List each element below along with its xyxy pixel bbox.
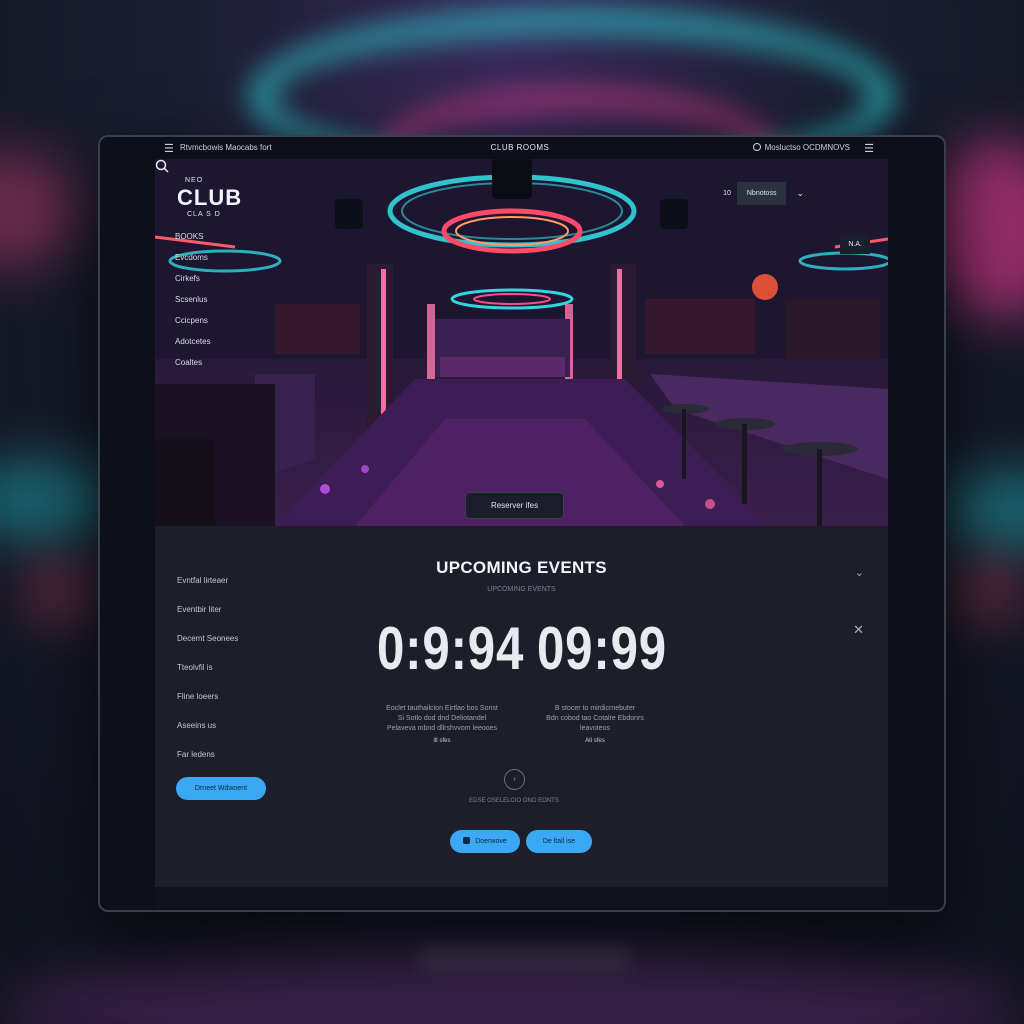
logo-subtitle: CLA S D — [187, 211, 221, 218]
hero-banner: NEO CLUB CLA S D BOOKS Evcdoms Cirkefs S… — [155, 159, 888, 526]
event-description-line: Eoclet tauthailcion Eirtlao bos Sonst — [386, 705, 498, 712]
details-button[interactable]: De ltail ise — [526, 830, 592, 853]
hero-nav-item[interactable]: Cirkefs — [175, 271, 211, 287]
hero-nav-item[interactable]: Adotcetes — [175, 334, 211, 350]
hero-top-controls: 10 Nbnotoss ⌄ — [717, 181, 804, 206]
events-nav-item[interactable]: Decemt Seonees — [177, 624, 238, 653]
event-date: Ati sfes — [585, 738, 605, 744]
backdrop-glow — [30, 560, 90, 620]
backdrop-blur-bar — [420, 945, 630, 971]
event-description-line: Bdn cobod tao Cotalre Ebdonrs — [546, 715, 644, 722]
event-description-line: leavoteos — [580, 725, 610, 732]
account-link[interactable]: Mosluctso OCDMNOVS — [752, 143, 850, 152]
upcoming-events-section: UPCOMING EVENTS UPCOMING EVENTS ⌄ ✕ Evnt… — [155, 526, 888, 887]
events-nav-item[interactable]: Evntfal lirteaer — [177, 566, 238, 595]
menu-icon[interactable]: ☰ — [864, 142, 874, 155]
account-link-label: Mosluctso OCDMNOVS — [764, 143, 850, 152]
notifications-button[interactable]: Nbnotoss — [736, 182, 787, 205]
footer — [155, 887, 888, 908]
hero-nav-item[interactable]: Coaltes — [175, 355, 211, 371]
event-description-line: Si Sotlo dod dnd Deliotandel — [397, 715, 487, 722]
events-nav-item[interactable]: Far ledens — [177, 740, 238, 769]
event-description: Eoclet tauthailcion Eirtlao bos Sonst Si… — [372, 704, 512, 746]
countdown-timer: 0:9:94 — [377, 615, 525, 682]
hero-nav-item[interactable]: Evcdoms — [175, 250, 211, 266]
hero-nav-item[interactable]: BOOKS — [175, 229, 211, 245]
status-badge: N.A. — [840, 235, 870, 254]
browser-window: ☰ Rtvmcbowis Maocabs fort CLUB ROOMS Mos… — [98, 135, 946, 912]
subscribe-button[interactable]: Drneet Wdwoent — [176, 777, 266, 800]
discover-button-label: Doerwove — [475, 838, 507, 845]
event-date: ilt sfes — [433, 738, 451, 744]
event-description: B stocer to mirdicrnebuter Bdn cobod tao… — [525, 704, 665, 746]
search-icon[interactable] — [155, 159, 169, 173]
hero-nav-item[interactable]: Ccicpens — [175, 313, 211, 329]
hero-tag[interactable]: 10 — [717, 190, 737, 197]
events-subtitle: UPCOMING EVENTS — [487, 586, 556, 593]
events-title: UPCOMING EVENTS — [436, 558, 607, 577]
next-arrow-button[interactable]: › — [504, 769, 525, 790]
events-nav-item[interactable]: Tteolvfil is — [177, 653, 238, 682]
chevron-down-icon[interactable]: ⌄ — [855, 566, 864, 579]
events-nav-item[interactable]: Fline loeers — [177, 682, 238, 711]
countdown-timer: 09:99 — [537, 615, 667, 682]
events-nav-item[interactable]: Aseeins us — [177, 711, 238, 740]
chevron-down-icon[interactable]: ⌄ — [796, 188, 804, 199]
discover-button[interactable]: Doerwove — [450, 830, 520, 853]
hero-nav: BOOKS Evcdoms Cirkefs Scsenlus Ccicpens … — [175, 229, 211, 376]
globe-icon — [752, 143, 761, 151]
hero-nav-item[interactable]: Scsenlus — [175, 292, 211, 308]
event-description-line: Pelaveva mbnd dllrshvvom leeooes — [386, 725, 498, 732]
event-description-line: B stocer to mirdicrnebuter — [554, 705, 636, 712]
logo[interactable]: CLUB — [177, 185, 242, 211]
close-icon[interactable]: ✕ — [853, 622, 864, 638]
club-interior-illustration — [155, 159, 888, 526]
backdrop-glow — [960, 560, 1020, 620]
backdrop-glow — [940, 470, 1024, 550]
ticket-icon — [463, 837, 471, 844]
reserve-button[interactable]: Reserver ifes — [465, 492, 564, 519]
carousel-caption: EDSE OSELELCIO ONO EONTS — [469, 798, 559, 804]
top-bar: ☰ Rtvmcbowis Maocabs fort CLUB ROOMS Mos… — [100, 137, 940, 159]
backdrop-glow — [0, 150, 80, 270]
logo-tagline: NEO — [185, 177, 204, 184]
events-nav: Evntfal lirteaer Eventbir liter Decemt S… — [177, 566, 238, 769]
events-nav-item[interactable]: Eventbir liter — [177, 595, 238, 624]
